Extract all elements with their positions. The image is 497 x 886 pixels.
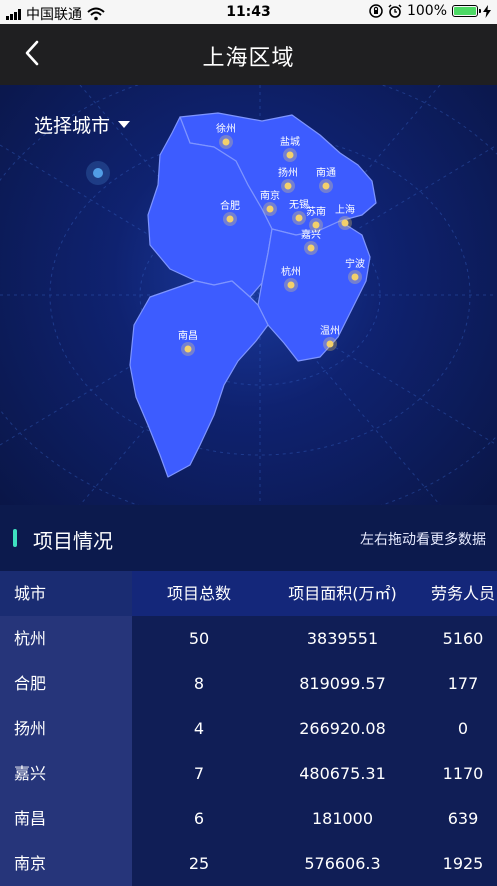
table-row[interactable]: 杭州 50 3839551 5160: [0, 616, 497, 661]
cell-count: 6: [132, 796, 266, 841]
section-accent-bar: [13, 529, 17, 547]
cell-area: 480675.31: [266, 751, 419, 796]
city-label: 扬州: [278, 166, 298, 179]
cell-area: 819099.57: [266, 661, 419, 706]
city-label: 杭州: [281, 265, 301, 278]
cell-city: 嘉兴: [0, 751, 132, 796]
cell-city: 南昌: [0, 796, 132, 841]
cell-workers: 1170: [419, 751, 497, 796]
city-marker[interactable]: 南京: [260, 189, 280, 216]
cell-count: 25: [132, 841, 266, 886]
status-right: 100%: [369, 3, 491, 19]
cell-area: 266920.08: [266, 706, 419, 751]
table-header-row: 城市 项目总数 项目面积(万㎡) 劳务人员: [0, 571, 497, 616]
city-marker[interactable]: 温州: [320, 325, 340, 351]
city-label: 嘉兴: [301, 228, 321, 241]
cell-area: 181000: [266, 796, 419, 841]
city-label: 盐城: [280, 135, 300, 148]
cell-workers: 177: [419, 661, 497, 706]
city-marker[interactable]: 扬州: [278, 166, 298, 193]
city-marker[interactable]: 杭州: [281, 265, 301, 292]
cell-city: 合肥: [0, 661, 132, 706]
city-marker[interactable]: 宁波: [345, 257, 365, 284]
cell-count: 8: [132, 661, 266, 706]
city-label: 上海: [335, 203, 355, 216]
cell-count: 50: [132, 616, 266, 661]
scroll-hint: 左右拖动看更多数据: [360, 532, 486, 548]
cell-area: 576606.3: [266, 841, 419, 886]
city-select-dropdown[interactable]: 选择城市: [34, 111, 131, 138]
cell-workers: 1925: [419, 841, 497, 886]
city-select-label: 选择城市: [34, 115, 111, 137]
header-project-count: 项目总数: [132, 571, 266, 616]
cell-area: 3839551: [266, 616, 419, 661]
battery-icon: [452, 5, 481, 17]
city-label: 苏南: [306, 205, 326, 218]
city-marker[interactable]: 苏南: [306, 205, 326, 232]
header-workers: 劳务人员: [419, 571, 497, 616]
city-marker[interactable]: 嘉兴: [301, 228, 321, 255]
cell-workers: 5160: [419, 616, 497, 661]
city-label: 徐州: [216, 122, 236, 135]
project-table[interactable]: 城市 项目总数 项目面积(万㎡) 劳务人员 杭州 50 3839551 5160…: [0, 571, 497, 886]
table-row[interactable]: 南京 25 576606.3 1925: [0, 841, 497, 886]
city-markers: 徐州盐城扬州 南通南京合肥 无锡苏南 上海嘉兴宁波杭州温州南昌: [178, 122, 365, 356]
table-row[interactable]: 南昌 6 181000 639: [0, 796, 497, 841]
city-marker[interactable]: 合肥: [220, 199, 240, 226]
city-label: 南京: [260, 189, 280, 202]
header-project-area: 项目面积(万㎡): [266, 571, 419, 616]
cell-city: 南京: [0, 841, 132, 886]
city-marker[interactable]: 南通: [316, 166, 336, 193]
cell-city: 杭州: [0, 616, 132, 661]
nav-bar: 上海区域: [0, 24, 497, 85]
city-marker[interactable]: 盐城: [280, 135, 300, 162]
dropdown-caret-icon: [118, 121, 131, 128]
city-label: 宁波: [345, 257, 365, 270]
section-title: 项目情况: [33, 529, 113, 553]
orientation-lock-icon: [369, 4, 383, 18]
city-label: 合肥: [220, 199, 240, 212]
cell-count: 7: [132, 751, 266, 796]
map-area: 徐州 盐城 扬州 南通 南京 合肥 无锡 苏南 上海 嘉兴 宁波 杭州 温州 南昌 选择城市: [0, 85, 497, 505]
city-label: 南通: [316, 166, 336, 179]
table-row[interactable]: 扬州 4 266920.08 0: [0, 706, 497, 751]
charging-icon: [483, 4, 491, 18]
page-title: 上海区域: [202, 46, 295, 71]
city-marker[interactable]: 徐州: [216, 122, 236, 149]
cell-count: 4: [132, 706, 266, 751]
alarm-icon: [388, 4, 402, 18]
battery-percent: 100%: [406, 3, 447, 19]
table-row[interactable]: 合肥 8 819099.57 177: [0, 661, 497, 706]
status-bar: 中国联通 11:43 100%: [0, 0, 497, 24]
city-marker[interactable]: 南昌: [178, 329, 198, 356]
cell-city: 扬州: [0, 706, 132, 751]
project-section-header: 项目情况 左右拖动看更多数据: [0, 505, 497, 571]
table-row[interactable]: 嘉兴 7 480675.31 1170: [0, 751, 497, 796]
city-marker[interactable]: 上海: [335, 203, 355, 230]
cell-workers: 639: [419, 796, 497, 841]
cell-workers: 0: [419, 706, 497, 751]
city-label: 南昌: [178, 329, 198, 342]
city-label: 温州: [320, 325, 340, 337]
header-city: 城市: [0, 571, 132, 616]
